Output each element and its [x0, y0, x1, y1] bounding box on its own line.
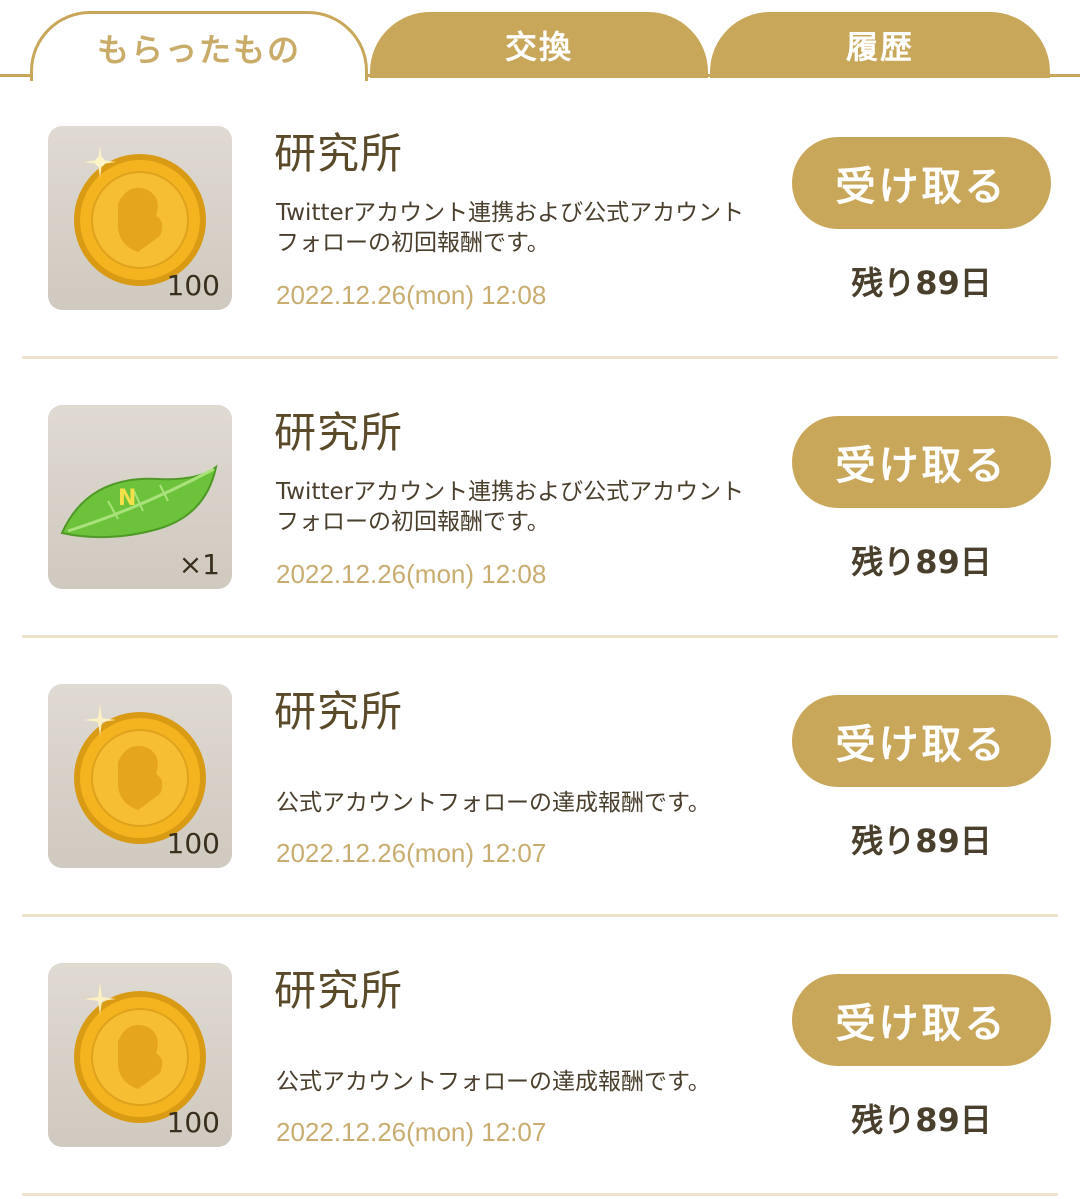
reward-list: 100 研究所 Twitterアカウント連携および公式アカウントフォローの初回報… — [0, 80, 1080, 1196]
claim-button[interactable]: 受け取る — [792, 974, 1051, 1066]
item-description: 公式アカウントフォローの達成報酬です。 — [276, 1069, 711, 1095]
remaining-days: 残り89日 — [851, 1101, 992, 1139]
list-item: 100 研究所 公式アカウントフォローの達成報酬です。 2022.12.26(m… — [0, 917, 1080, 1196]
remaining-days: 残り89日 — [851, 543, 992, 581]
item-description: Twitterアカウント連携および公式アカウントフォローの初回報酬です。 — [276, 479, 745, 535]
item-quantity: 100 — [166, 827, 220, 860]
item-date: 2022.12.26(mon) 12:07 — [276, 1117, 547, 1147]
item-quantity: 100 — [166, 1106, 220, 1139]
tab-history[interactable]: 履歴 — [710, 12, 1050, 78]
claim-button[interactable]: 受け取る — [792, 695, 1051, 787]
gold-coin-icon: 100 — [48, 684, 232, 868]
tab-received[interactable]: もらったもの — [30, 11, 368, 81]
item-title: 研究所 — [274, 687, 404, 736]
list-item: N ×1 研究所 Twitterアカウント連携および公式アカウントフォローの初回… — [0, 359, 1080, 638]
remaining-days: 残り89日 — [851, 264, 992, 302]
item-title: 研究所 — [274, 408, 404, 457]
gold-coin-icon: 100 — [48, 963, 232, 1147]
item-title: 研究所 — [274, 129, 404, 178]
gold-coin-icon: 100 — [48, 126, 232, 310]
item-date: 2022.12.26(mon) 12:08 — [276, 280, 547, 310]
item-description: 公式アカウントフォローの達成報酬です。 — [276, 790, 711, 816]
claim-button[interactable]: 受け取る — [792, 137, 1051, 229]
remaining-days: 残り89日 — [851, 822, 992, 860]
item-date: 2022.12.26(mon) 12:07 — [276, 838, 547, 868]
list-item: 100 研究所 Twitterアカウント連携および公式アカウントフォローの初回報… — [0, 80, 1080, 359]
tab-exchange[interactable]: 交換 — [370, 12, 708, 78]
item-quantity: ×1 — [178, 548, 220, 581]
item-description: Twitterアカウント連携および公式アカウントフォローの初回報酬です。 — [276, 200, 745, 256]
tab-bar: もらったもの 交換 履歴 — [0, 0, 1080, 81]
item-quantity: 100 — [166, 269, 220, 302]
svg-text:N: N — [118, 486, 136, 511]
item-title: 研究所 — [274, 966, 404, 1015]
divider — [22, 1193, 1058, 1196]
green-leaf-icon: N ×1 — [48, 405, 232, 589]
claim-button[interactable]: 受け取る — [792, 416, 1051, 508]
item-date: 2022.12.26(mon) 12:08 — [276, 559, 547, 589]
list-item: 100 研究所 公式アカウントフォローの達成報酬です。 2022.12.26(m… — [0, 638, 1080, 917]
